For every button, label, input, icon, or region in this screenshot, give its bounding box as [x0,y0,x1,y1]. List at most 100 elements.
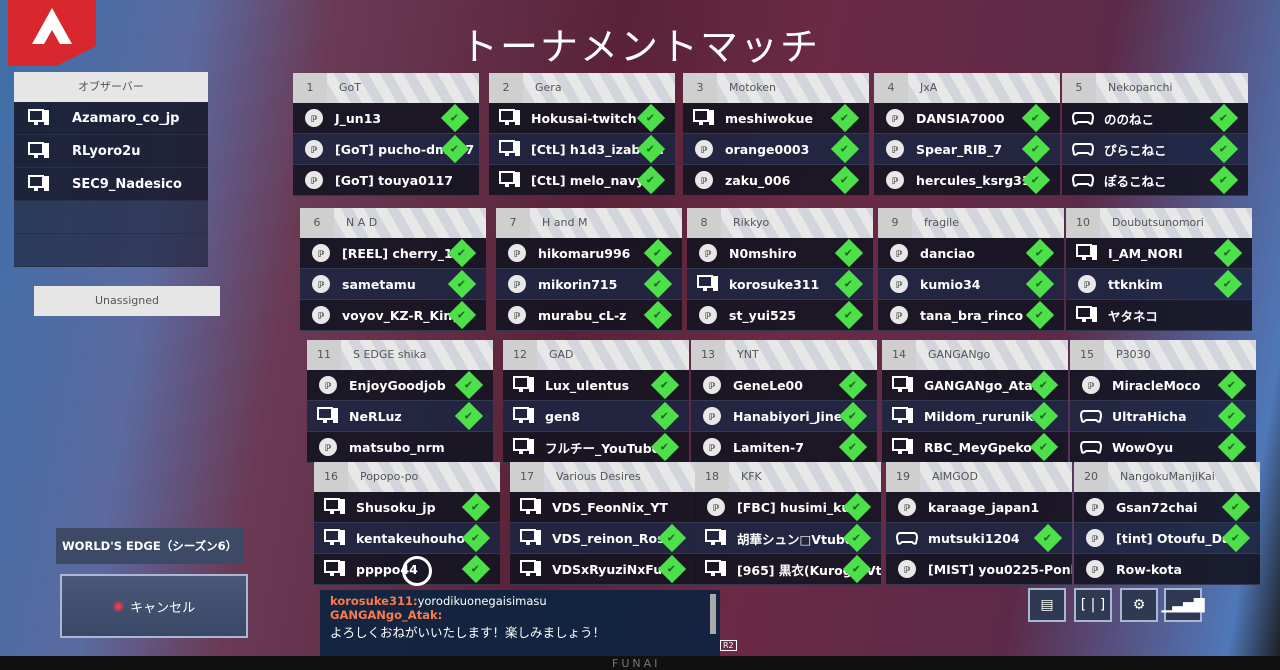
player-row[interactable]: meshiwokue ✔ [683,103,869,134]
chat-scrollbar[interactable] [710,594,716,634]
player-row[interactable]: ℙhercules_ksrg317 ✔ [874,165,1060,196]
controller-platform-icon [1080,437,1102,457]
player-row[interactable]: ℙ N0mshiro ✔ [687,238,873,269]
player-row[interactable]: RBC_MeyGpeko ✔ [882,432,1068,463]
ready-check-icon: ✔ [1209,165,1239,195]
player-row[interactable]: ℙhikomaru996 ✔ [496,238,682,269]
player-row[interactable]: VDS_reinon_Rose ✔ [510,523,696,554]
stats-button[interactable]: ▁▃▅▇ [1161,588,1205,622]
settings-button[interactable]: ⚙ [1120,588,1158,622]
observer-row[interactable]: Azamaro_co_jp [14,102,208,135]
player-row[interactable]: ヤタネコ [1066,300,1252,331]
player-row[interactable]: 胡華シュン□Vtube ✔ [695,523,881,554]
player-row[interactable]: [CtL] h1d3_izabeth ✔ [489,134,675,165]
player-row[interactable]: ℙttknkim ✔ [1066,269,1252,300]
ready-check-icon: ✔ [1029,370,1059,400]
player-row[interactable]: ℙ Gsan72chai ✔ [1074,492,1260,523]
player-row[interactable]: ℙ [REEL] cherry_175 ✔ [300,238,486,269]
player-row[interactable]: VDS_FeonNix_YT [510,492,696,523]
team-card: 3 Motoken meshiwokue ✔ ℙorange0003 ✔ ℙzaku_006… [683,73,869,196]
pc-platform-icon [324,559,346,579]
ready-check-icon: ✔ [657,523,687,553]
player-row[interactable]: ぴらこねこ ✔ [1062,134,1248,165]
pc-platform-icon [499,108,521,128]
player-row[interactable]: GANGANgo_Atak ✔ [882,370,1068,401]
chat-log[interactable]: korosuke311:yorodikuonegaisimasu GANGANg… [320,590,720,656]
team-card: 13 YNT ℙ GeneLe00 ✔ ℙ Hanabiyori_Jine ✔ ℙ Lamiten… [691,340,877,463]
player-row[interactable]: ℙmikorin715 ✔ [496,269,682,300]
player-name: 胡華シュン□Vtube [737,531,854,547]
ps-platform-icon: ℙ [697,305,719,325]
player-row[interactable]: ℙ [GoT] touya0117 [293,165,479,196]
player-row[interactable]: ℙsametamu ✔ [300,269,486,300]
observer-row[interactable]: RLyoro2u [14,135,208,168]
player-row[interactable]: Lux_ulentus ✔ [503,370,689,401]
team-header: 11 S EDGE shika [307,340,493,370]
svg-text:ℙ: ℙ [709,413,716,423]
player-row[interactable]: ℙ Lamiten-7 ✔ [691,432,877,463]
player-row[interactable]: ℙkaraage_japan1 [886,492,1072,523]
controller-platform-icon [1080,406,1102,426]
player-row[interactable]: ℙorange0003 ✔ [683,134,869,165]
empty-observer-slot[interactable] [14,201,208,234]
svg-text:ℙ: ℙ [325,382,332,392]
player-row[interactable]: WowOyu ✔ [1070,432,1256,463]
circle-button-icon: ◉ [112,598,125,614]
page-title: トーナメントマッチ [459,25,820,69]
player-row[interactable]: I_AM_NORI ✔ [1066,238,1252,269]
ready-check-icon: ✔ [454,370,484,400]
player-row[interactable]: ℙkumio34 ✔ [878,269,1064,300]
team-name: N A D [346,216,378,229]
player-row[interactable]: Mildom_ruruniki ✔ [882,401,1068,432]
team-card: 14 GANGANgo GANGANgo_Atak ✔ Mildom_ruruniki ✔… [882,340,1068,463]
player-row[interactable]: [965] 黒衣(Kurogo)Vtube✔ [695,554,881,585]
team-header: 8 Rikkyo [687,208,873,238]
player-row[interactable]: ℙvoyov_KZ-R_King5 ✔ [300,300,486,331]
player-row[interactable]: ℙmurabu_cL-z ✔ [496,300,682,331]
player-row[interactable]: ℙ [MIST] you0225-Ponkunn [886,554,1072,585]
player-row[interactable]: ののねこ ✔ [1062,103,1248,134]
player-row[interactable]: ℙ Hanabiyori_Jine ✔ [691,401,877,432]
team-number: 3 [683,73,717,103]
player-row[interactable]: ℙ Spear_RIB_7 ✔ [874,134,1060,165]
player-row[interactable]: ℙ GeneLe00 ✔ [691,370,877,401]
player-row[interactable]: フルチー_YouTube ✔ [503,432,689,463]
svg-text:ℙ: ℙ [896,250,903,260]
player-row[interactable]: ℙ Row-kota [1074,554,1260,585]
empty-observer-slot[interactable] [14,234,208,267]
player-row[interactable]: mutsuki1204 ✔ [886,523,1072,554]
team-name: GANGANgo [928,348,991,361]
player-row[interactable]: ぽるこねこ ✔ [1062,165,1248,196]
player-row[interactable]: ℙdanciao ✔ [878,238,1064,269]
player-row[interactable]: ℙmatsubo_nrm [307,432,493,463]
player-row[interactable]: Shusoku_jp ✔ [314,492,500,523]
ready-check-icon: ✔ [834,238,864,268]
team-card: 7H and M ℙhikomaru996 ✔ ℙmikorin715 ✔ ℙmurabu… [496,208,682,331]
team-header: 4 JxA [874,73,1060,103]
player-row[interactable]: UltraHicha ✔ [1070,401,1256,432]
player-row[interactable]: ℙzaku_006 ✔ [683,165,869,196]
team-name: Motoken [729,81,776,94]
player-row[interactable]: VDSxRyuziNxFurry ✔ [510,554,696,585]
player-row[interactable]: gen8 ✔ [503,401,689,432]
chat-button[interactable]: ▤ [1028,588,1066,622]
unassigned-panel[interactable]: Unassigned [34,286,220,316]
cancel-button[interactable]: ◉ キャンセル [60,574,248,638]
player-row[interactable]: ℙst_yui525 ✔ [687,300,873,331]
player-row[interactable]: kentakeuhouho ✔ [314,523,500,554]
player-row[interactable]: ℙ DANSIA7000 ✔ [874,103,1060,134]
team-name: H and M [542,216,588,229]
player-row[interactable]: ℙ [tint] Otoufu_Dah ✔ [1074,523,1260,554]
player-row[interactable]: NeRLuz ✔ [307,401,493,432]
player-row[interactable]: ℙ [FBC] husimi_kuko ✔ [695,492,881,523]
player-row[interactable]: [CtL] melo_navy ✔ [489,165,675,196]
player-row[interactable]: ℙ MiracleMoco ✔ [1070,370,1256,401]
player-row[interactable]: korosuke311 ✔ [687,269,873,300]
player-row[interactable]: ℙ [GoT] pucho-dm777 ✔ [293,134,479,165]
player-row[interactable]: ℙ J_un13 ✔ [293,103,479,134]
player-row[interactable]: ℙtana_bra_rinco ✔ [878,300,1064,331]
observer-row[interactable]: SEC9_Nadesico [14,168,208,201]
player-row[interactable]: ℙ EnjoyGoodjob ✔ [307,370,493,401]
player-row[interactable]: Hokusai-twitch ✔ [489,103,675,134]
bracket-button[interactable]: [ | ] [1074,588,1112,622]
